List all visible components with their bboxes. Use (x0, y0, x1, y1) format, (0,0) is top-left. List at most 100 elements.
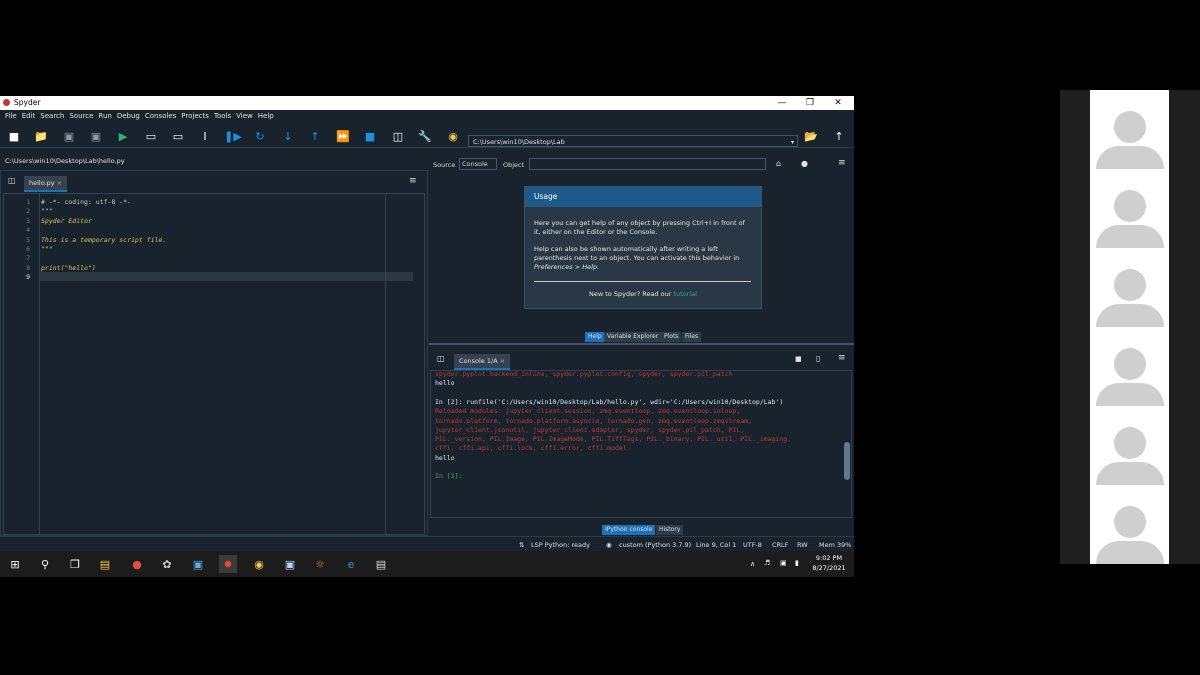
tab-history[interactable]: History (656, 525, 684, 535)
help-source-select[interactable]: Console (459, 158, 497, 170)
new-file-icon[interactable]: ■ (6, 128, 22, 144)
lock-icon[interactable]: ● (801, 159, 808, 168)
browse-folder-icon[interactable]: 📂 (803, 128, 819, 144)
menu-source[interactable]: Source (69, 112, 93, 120)
line-number: 5 (26, 235, 30, 244)
file-explorer-icon[interactable]: ▤ (96, 555, 114, 573)
menu-tools[interactable]: Tools (214, 112, 231, 120)
search-icon[interactable]: ⚲ (36, 555, 54, 573)
chrome-icon[interactable]: ◉ (250, 555, 268, 573)
maximize-pane-icon[interactable]: ◫ (390, 128, 406, 144)
run-cell-advance-icon[interactable]: ▭ (170, 128, 186, 144)
status-bar: ⇅ LSP Python: ready ◉ custom (Python 3.7… (0, 536, 854, 552)
tab-variable-explorer[interactable]: Variable Explorer (604, 332, 662, 342)
code-line[interactable]: This is a temporary script file. (41, 236, 166, 244)
tab-files[interactable]: Files (682, 332, 702, 342)
menu-search[interactable]: Search (40, 112, 64, 120)
working-directory-input[interactable]: C:\Users\win10\Desktop\Lab (468, 135, 798, 147)
menu-view[interactable]: View (236, 112, 253, 120)
browse-console-tabs-icon[interactable]: ◫ (437, 354, 445, 363)
run-icon[interactable]: ▶ (115, 128, 131, 144)
code-editor[interactable]: 1 # -*- coding: utf-8 -*- 2 """ 3 Spyder Edit… (3, 193, 425, 535)
lsp-status: LSP Python: ready (531, 541, 591, 549)
close-tab-icon[interactable]: × (57, 179, 62, 187)
maximize-button[interactable]: ❐ (802, 97, 818, 109)
stop-icon[interactable]: ■ (362, 128, 378, 144)
participant-avatar[interactable] (1092, 486, 1167, 564)
usage-title: Usage (525, 187, 761, 207)
minimize-button[interactable]: — (774, 97, 790, 109)
debug-icon[interactable]: ❚▶ (224, 128, 242, 144)
browse-tabs-icon[interactable]: ◫ (8, 176, 16, 185)
edge-icon[interactable]: e (342, 555, 360, 573)
participant-avatar[interactable] (1092, 249, 1167, 327)
console-scrollbar-thumb[interactable] (844, 442, 850, 480)
tab-label: hello.py (29, 179, 55, 187)
tutorial-link[interactable]: tutorial (674, 290, 697, 298)
continue-icon[interactable]: ⏩ (335, 128, 351, 144)
help-object-input[interactable] (529, 158, 766, 170)
clock-time[interactable]: 9:02 PM (812, 554, 846, 562)
menu-debug[interactable]: Debug (117, 112, 140, 120)
remote-desktop-icon[interactable]: ▣ (189, 555, 207, 573)
app-icon[interactable]: ✿ (158, 555, 176, 573)
parent-dir-icon[interactable]: ↑ (831, 128, 847, 144)
usage-text-1: Here you can get help of any object by p… (534, 219, 745, 236)
save-all-icon[interactable]: ▣ (88, 128, 104, 144)
tab-ipython-console[interactable]: IPython console (602, 525, 656, 535)
console-line: jupyter_client.jsonutil, jupyter_client.… (435, 425, 745, 434)
step-return-icon[interactable]: ↑ (307, 128, 323, 144)
start-icon[interactable]: ⊞ (6, 555, 24, 573)
pane-splitter[interactable] (429, 343, 854, 345)
menu-projects[interactable]: Projects (181, 112, 209, 120)
run-cell-icon[interactable]: ▭ (143, 128, 159, 144)
participant-avatar[interactable] (1092, 328, 1167, 406)
app-icon-2[interactable]: ▣ (281, 555, 299, 573)
console-options-menu-icon[interactable]: ≡ (838, 353, 846, 363)
tab-plots[interactable]: Plots (661, 332, 682, 342)
tab-console-1a[interactable]: Console 1/A × (454, 354, 511, 370)
menu-help[interactable]: Help (258, 112, 274, 120)
tab-help[interactable]: Help (585, 332, 605, 342)
menu-consoles[interactable]: Consoles (145, 112, 176, 120)
help-options-menu-icon[interactable]: ≡ (838, 158, 846, 168)
code-line[interactable]: # -*- coding: utf-8 -*- (41, 198, 131, 206)
close-console-tab-icon[interactable]: × (500, 357, 505, 365)
console-line: hello (435, 453, 455, 462)
code-line[interactable]: """ (41, 207, 53, 215)
menu-edit[interactable]: Edit (22, 112, 36, 120)
home-icon[interactable]: ⌂ (776, 159, 781, 168)
clear-console-icon[interactable]: ▯ (816, 354, 820, 363)
notification-icon[interactable]: ▮ (795, 559, 799, 567)
wrench-icon[interactable]: 🔧 (417, 128, 433, 144)
participant-avatar[interactable] (1092, 407, 1167, 485)
close-button[interactable]: ✕ (830, 97, 846, 109)
task-view-icon[interactable]: ❐ (66, 555, 84, 573)
volume-icon[interactable]: ♬ (764, 559, 770, 567)
open-file-icon[interactable]: 📁 (33, 128, 49, 144)
editor-options-menu-icon[interactable]: ≡ (409, 176, 417, 186)
step-icon[interactable]: ↻ (252, 128, 268, 144)
participant-avatar[interactable] (1092, 91, 1167, 169)
code-line[interactable]: print("hello") (41, 264, 96, 272)
tab-hello-py[interactable]: hello.py × (24, 176, 68, 192)
menu-file[interactable]: File (5, 112, 17, 120)
participant-avatar[interactable] (1092, 170, 1167, 248)
tray-chevron-up-icon[interactable]: ∧ (750, 560, 755, 568)
menu-run[interactable]: Run (98, 112, 111, 120)
spyder-taskbar-icon[interactable]: ✹ (219, 555, 237, 573)
code-line[interactable]: Spyder Editor (41, 217, 92, 225)
terminal-icon[interactable]: ▤ (372, 555, 390, 573)
clock-date[interactable]: 8/27/2021 (810, 564, 848, 572)
chevron-down-icon[interactable]: ▾ (791, 139, 794, 146)
jupyter-icon[interactable]: ☼ (311, 555, 329, 573)
stop-kernel-icon[interactable]: ■ (795, 355, 802, 363)
run-selection-icon[interactable]: I (197, 128, 213, 144)
powerpoint-icon[interactable]: ● (128, 555, 146, 573)
network-icon[interactable]: ▣ (780, 559, 787, 567)
step-into-icon[interactable]: ↓ (280, 128, 296, 144)
python-icon[interactable]: ◉ (445, 128, 461, 144)
save-icon[interactable]: ▣ (61, 128, 77, 144)
code-line[interactable]: """ (41, 245, 53, 253)
usage-panel: Usage Here you can get help of any objec… (524, 186, 762, 309)
